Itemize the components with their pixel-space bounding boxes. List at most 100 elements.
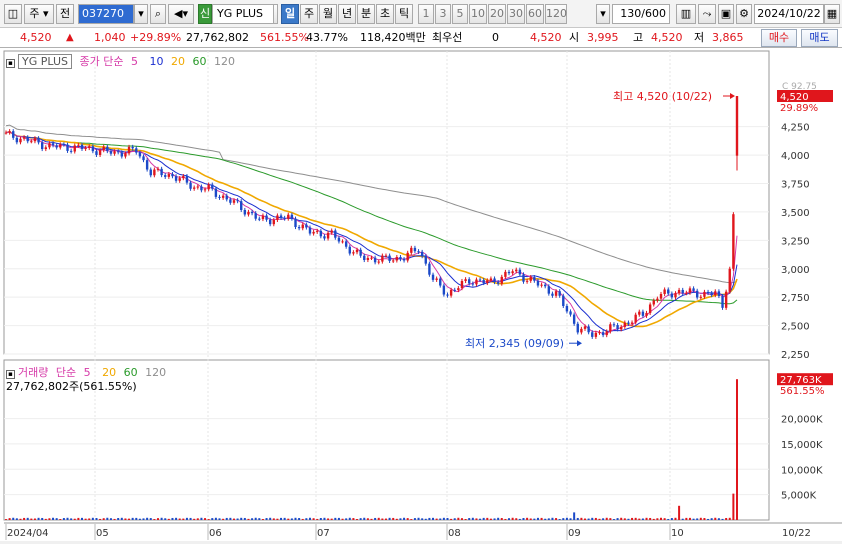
volume-tick-label: 15,000K bbox=[781, 440, 823, 451]
volume-bar bbox=[348, 517, 351, 520]
volume-bar bbox=[522, 518, 525, 520]
candle-count-field[interactable]: 130/600 bbox=[612, 4, 670, 24]
save-icon[interactable]: ▣ bbox=[718, 4, 734, 24]
period-tab-5[interactable]: 초 bbox=[376, 4, 394, 24]
period-tab-2[interactable]: 월 bbox=[319, 4, 337, 24]
period-tab-1[interactable]: 주 bbox=[300, 4, 318, 24]
candle-body bbox=[605, 331, 608, 336]
search-icon[interactable]: ⌕ bbox=[150, 4, 166, 24]
volume-bar bbox=[584, 518, 587, 520]
volume-bar bbox=[356, 519, 359, 520]
candle-body bbox=[33, 138, 37, 142]
chart-area[interactable]: 4,250 4,000 3,750 3,500 3,250 3,000 2,750 2,500… bbox=[0, 48, 842, 541]
candle-body bbox=[225, 195, 228, 200]
candle-body bbox=[276, 215, 279, 220]
volume-bar bbox=[189, 517, 192, 520]
period-tab-6[interactable]: 틱 bbox=[395, 4, 413, 24]
candle-body bbox=[312, 231, 315, 234]
interval-button-5[interactable]: 30 bbox=[507, 4, 525, 24]
volume-bar bbox=[645, 517, 648, 520]
legend-grid-icon[interactable]: ▪ bbox=[6, 59, 15, 68]
interval-dropdown-icon[interactable]: ▾ bbox=[596, 4, 610, 24]
current-price: 4,520 bbox=[20, 31, 52, 44]
legend-stock-name[interactable]: YG PLUS bbox=[18, 54, 72, 69]
stock-code-input[interactable]: 037270 bbox=[78, 4, 134, 24]
candle-body bbox=[22, 137, 26, 139]
current-change-text: 29.89% bbox=[780, 103, 818, 114]
interval-button-6[interactable]: 60 bbox=[526, 4, 544, 24]
volume-bar bbox=[692, 518, 695, 520]
period-tab-3[interactable]: 년 bbox=[338, 4, 356, 24]
prev-button[interactable]: 전 bbox=[56, 4, 74, 24]
volume-bar bbox=[200, 517, 203, 520]
draw-tool-icon[interactable]: ⤳ bbox=[698, 4, 716, 24]
volume-bar bbox=[486, 517, 489, 520]
interval-button-1[interactable]: 3 bbox=[435, 4, 451, 24]
candle-body bbox=[471, 283, 475, 285]
gear-icon[interactable]: ⚙ bbox=[736, 4, 752, 24]
candle-body bbox=[243, 209, 247, 215]
volume-bar bbox=[258, 518, 261, 520]
buy-button[interactable]: 매수 bbox=[761, 29, 797, 47]
period-tab-0[interactable]: 일 bbox=[281, 4, 299, 24]
candle-body bbox=[645, 312, 648, 316]
price-tick-label: 2,750 bbox=[781, 293, 810, 304]
candle-body bbox=[12, 131, 15, 138]
candle-body bbox=[37, 138, 40, 143]
interval-button-0[interactable]: 1 bbox=[418, 4, 434, 24]
low-annotation: 최저 2,345 (09/09) bbox=[465, 337, 564, 350]
candle-body bbox=[587, 326, 590, 333]
candle-body bbox=[402, 259, 406, 261]
candle-body bbox=[594, 332, 598, 337]
volume-bar bbox=[308, 517, 311, 520]
bid-price: 4,520 bbox=[530, 31, 562, 44]
volume-bar bbox=[52, 517, 55, 520]
candle-body bbox=[706, 291, 710, 294]
candle-body bbox=[439, 278, 442, 286]
layout-icon[interactable]: ◫ bbox=[4, 4, 22, 24]
interval-button-7[interactable]: 120 bbox=[545, 4, 567, 24]
interval-button-4[interactable]: 20 bbox=[488, 4, 506, 24]
candle-body bbox=[507, 271, 511, 274]
volume-bar bbox=[681, 518, 684, 520]
candle-body bbox=[547, 286, 551, 294]
volume-bar bbox=[518, 518, 521, 520]
open-price: 3,995 bbox=[587, 31, 619, 44]
volume-bar bbox=[287, 518, 290, 520]
volume-bar bbox=[153, 519, 156, 520]
volume-bar bbox=[193, 518, 196, 520]
volume-bar bbox=[131, 517, 134, 520]
candle-body bbox=[218, 196, 221, 198]
chart-type-icon[interactable]: ▥ bbox=[676, 4, 696, 24]
volume-bar bbox=[450, 518, 453, 520]
period-tab-4[interactable]: 분 bbox=[357, 4, 375, 24]
candle-body bbox=[388, 255, 391, 261]
date-field[interactable]: 2024/10/22 bbox=[754, 4, 824, 24]
volume-bar bbox=[146, 517, 149, 520]
price-tick-label: 3,250 bbox=[781, 236, 810, 247]
stock-chart[interactable]: 4,250 4,000 3,750 3,500 3,250 3,000 2,750 2,500… bbox=[0, 48, 842, 541]
candle-body bbox=[572, 314, 576, 324]
candle-body bbox=[428, 263, 431, 275]
volume-bar bbox=[428, 517, 431, 520]
market-select[interactable]: 주 ▾ bbox=[24, 4, 54, 24]
sell-button[interactable]: 매도 bbox=[801, 29, 838, 47]
volume-bar bbox=[33, 518, 36, 520]
volume-bar bbox=[341, 518, 344, 520]
code-dropdown-icon[interactable]: ▾ bbox=[134, 4, 148, 24]
speaker-icon[interactable]: ◀▾ bbox=[168, 4, 194, 24]
interval-button-3[interactable]: 10 bbox=[469, 4, 487, 24]
interval-button-2[interactable]: 5 bbox=[452, 4, 468, 24]
volume-bar bbox=[128, 518, 131, 520]
stock-name-field[interactable]: YG PLUS bbox=[212, 4, 274, 24]
candle-body bbox=[131, 146, 134, 149]
calendar-icon[interactable]: ▦ bbox=[824, 4, 840, 24]
volume-bar bbox=[591, 517, 594, 520]
candle-body bbox=[319, 230, 323, 237]
candle-body bbox=[486, 280, 489, 284]
low-price: 3,865 bbox=[712, 31, 744, 44]
volume-bar bbox=[120, 517, 123, 520]
candle-body bbox=[685, 292, 688, 294]
candle-body bbox=[457, 288, 460, 291]
price-tick-label: 2,250 bbox=[781, 350, 810, 361]
